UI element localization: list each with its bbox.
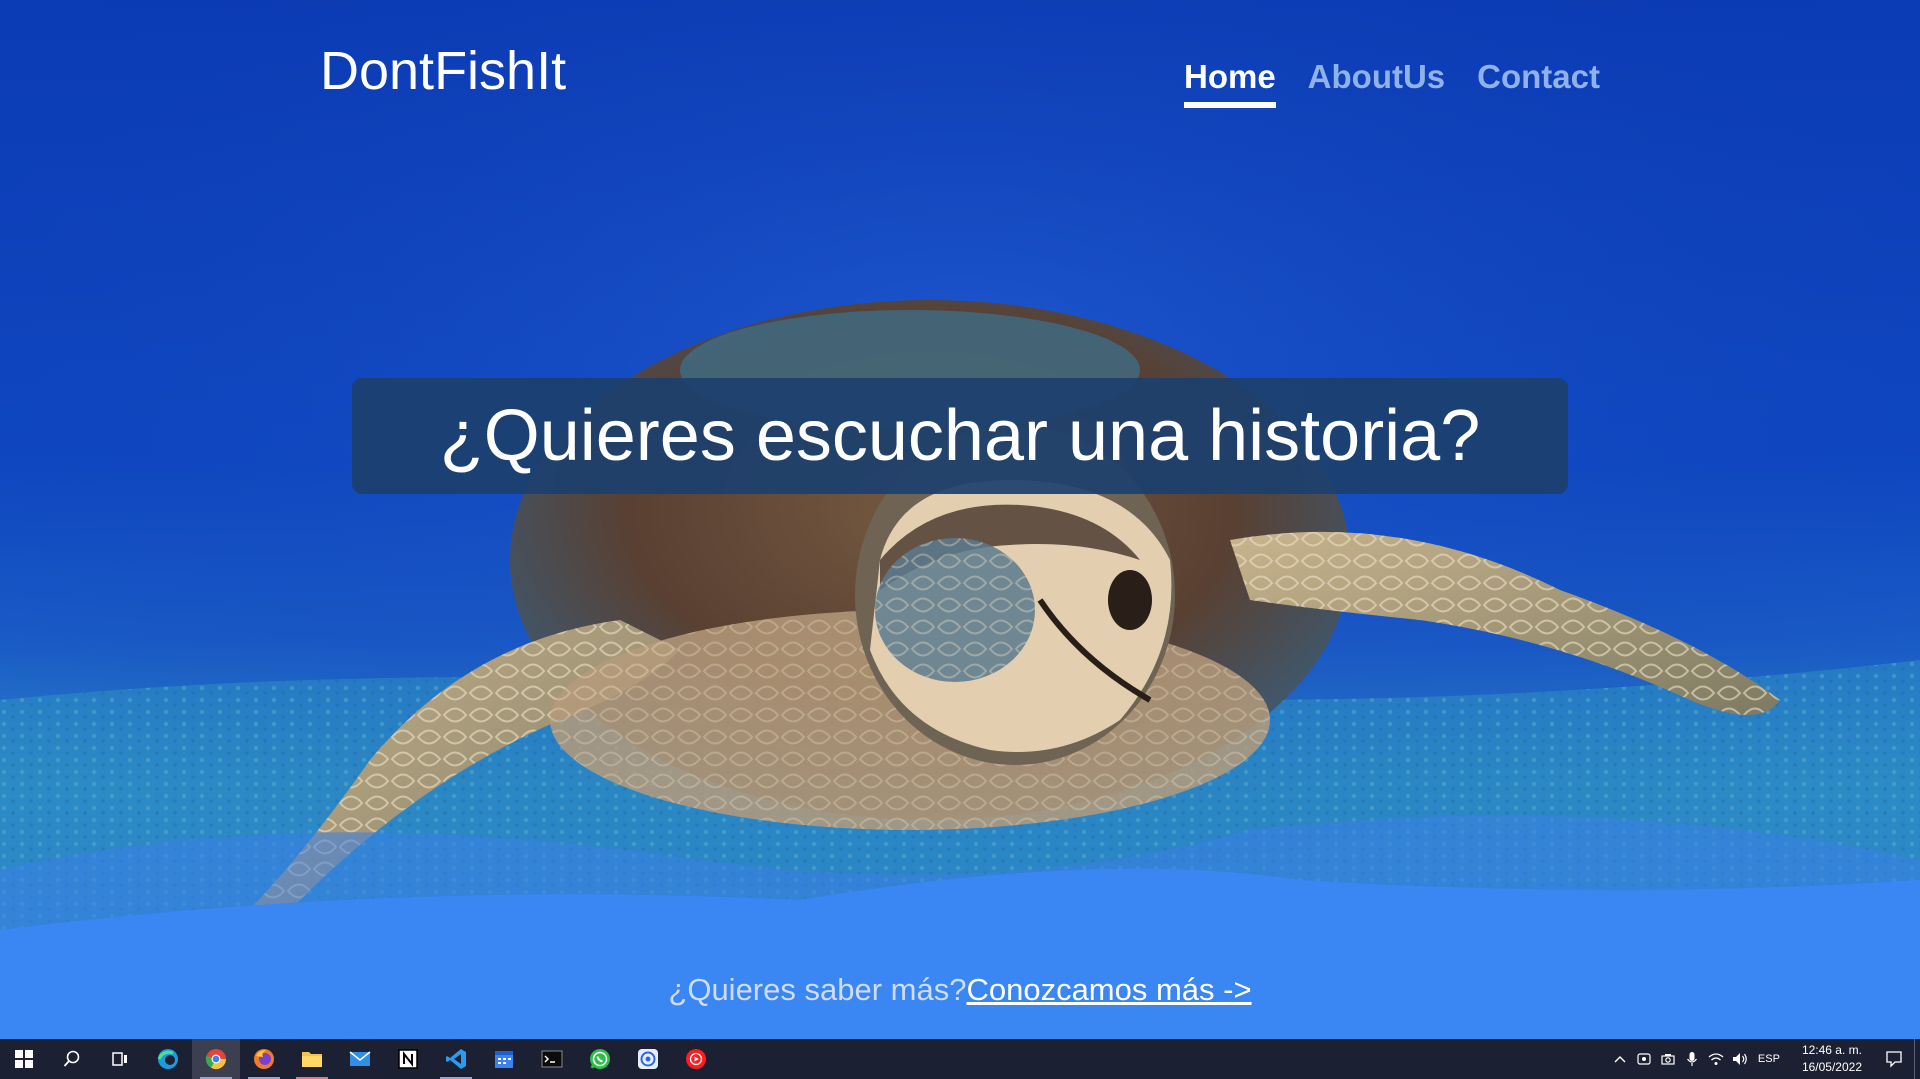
nav-contact-link[interactable]: Contact [1477, 58, 1600, 106]
microphone-icon[interactable] [1680, 1039, 1704, 1079]
show-desktop-button[interactable] [1914, 1039, 1920, 1079]
nav-home-link[interactable]: Home [1183, 58, 1276, 108]
input-language[interactable]: ESP [1752, 1053, 1790, 1065]
notification-center-icon[interactable] [1874, 1039, 1914, 1079]
call-to-action: ¿Quieres saber más?Conozcamos más -> [0, 972, 1920, 1008]
mail-icon[interactable] [336, 1039, 384, 1079]
chevron-up-icon[interactable] [1608, 1039, 1632, 1079]
main-nav: Home AboutUs Contact [1183, 58, 1600, 108]
brand-logo[interactable]: DontFishIt [320, 40, 566, 102]
firefox-icon[interactable] [240, 1039, 288, 1079]
start-icon[interactable] [0, 1039, 48, 1079]
system-tray: ESP 12:46 a. m. 16/05/2022 [1608, 1039, 1920, 1079]
sea-turtle-background-image [0, 0, 1920, 1039]
edge-icon[interactable] [144, 1039, 192, 1079]
clock-time: 12:46 a. m. [1801, 1043, 1862, 1057]
vpn-icon[interactable] [624, 1039, 672, 1079]
notion-icon[interactable] [384, 1039, 432, 1079]
cta-learn-more-link[interactable]: Conozcamos más -> [966, 972, 1251, 1007]
windows-taskbar: ESP 12:46 a. m. 16/05/2022 [0, 1039, 1920, 1079]
chrome-icon[interactable] [192, 1039, 240, 1079]
calendar-icon[interactable] [480, 1039, 528, 1079]
clock-date: 16/05/2022 [1801, 1060, 1862, 1074]
whatsapp-icon[interactable] [576, 1039, 624, 1079]
youtube-music-icon[interactable] [672, 1039, 720, 1079]
vscode-icon[interactable] [432, 1039, 480, 1079]
camera-icon[interactable] [1656, 1039, 1680, 1079]
system-clock[interactable]: 12:46 a. m. 16/05/2022 [1790, 1042, 1874, 1076]
volume-icon[interactable] [1728, 1039, 1752, 1079]
search-icon[interactable] [48, 1039, 96, 1079]
wifi-icon[interactable] [1704, 1039, 1728, 1079]
headline: ¿Quieres escuchar una historia? [439, 396, 1481, 476]
file-explorer-icon[interactable] [288, 1039, 336, 1079]
nav-aboutus-link[interactable]: AboutUs [1308, 58, 1445, 106]
terminal-icon[interactable] [528, 1039, 576, 1079]
headline-banner: ¿Quieres escuchar una historia? [352, 378, 1568, 494]
cta-question: ¿Quieres saber más? [668, 972, 967, 1007]
hero-section [0, 0, 1920, 1039]
meet-now-icon[interactable] [1632, 1039, 1656, 1079]
task-view-icon[interactable] [96, 1039, 144, 1079]
